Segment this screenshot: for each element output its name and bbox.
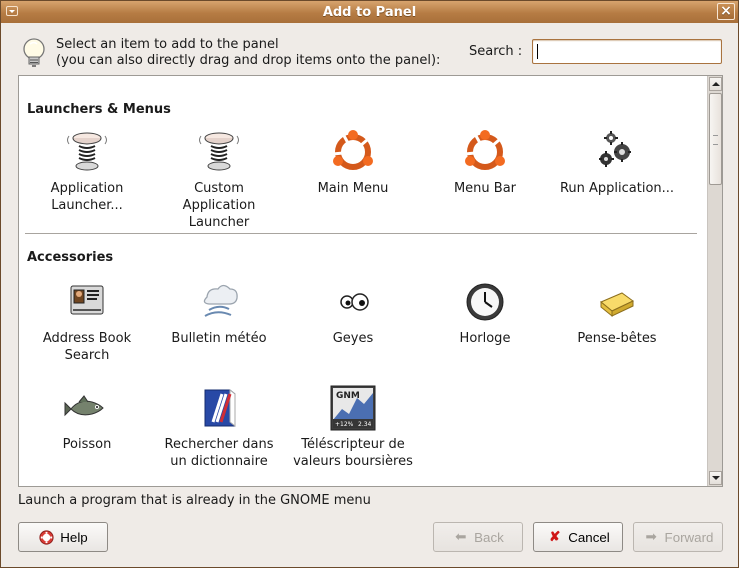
scroll-down-icon[interactable]: [709, 471, 722, 485]
item-label-line: Rechercher dans: [164, 437, 274, 452]
instruction-line-1: Select an item to add to the panel: [56, 37, 279, 52]
forward-arrow-icon: ➡: [645, 528, 657, 544]
item-label-line: un dictionnaire: [170, 454, 268, 469]
item-label-line: Run Application...: [559, 181, 675, 196]
fish-icon: [64, 395, 104, 417]
ubuntu-logo-icon: [464, 130, 505, 170]
scroll-up-icon[interactable]: [709, 77, 722, 91]
vertical-scrollbar[interactable]: [707, 76, 722, 486]
ubuntu-logo-icon: [332, 130, 373, 170]
item-label-line: Launcher: [188, 215, 250, 230]
item-address-book-search[interactable]: Address Book Search: [21, 278, 153, 364]
weather-icon: [203, 284, 238, 317]
search-input[interactable]: [532, 39, 722, 64]
close-icon[interactable]: ×: [717, 3, 735, 20]
item-label-line: Main Menu: [317, 181, 389, 196]
item-label-line: Address Book: [42, 331, 132, 346]
item-label-line: Poisson: [62, 437, 112, 452]
stock-value: 2.34: [358, 421, 372, 428]
stock-title: GNM: [336, 391, 360, 401]
item-label-line: Geyes: [332, 331, 374, 346]
eyes-icon: [340, 293, 369, 311]
item-bulletin-meteo[interactable]: Bulletin météo: [153, 278, 285, 347]
title-bar: Add to Panel ×: [1, 1, 738, 23]
item-label-line: Custom: [194, 181, 244, 196]
item-main-menu[interactable]: Main Menu: [287, 128, 419, 197]
cancel-label: Cancel: [568, 529, 610, 545]
item-label-line: valeurs boursières: [293, 454, 413, 469]
item-geyes[interactable]: Geyes: [287, 278, 419, 347]
item-label-line: Horloge: [459, 331, 511, 346]
instruction-line-2: (you can also directly drag and drop ite…: [56, 53, 441, 68]
item-label-line: Téléscripteur de: [301, 437, 405, 452]
section-title-launchers-menus: Launchers & Menus: [27, 102, 171, 117]
item-menu-bar[interactable]: Menu Bar: [419, 128, 551, 197]
back-arrow-icon: ⬅: [455, 528, 467, 544]
item-custom-application-launcher[interactable]: Custom Application Launcher: [153, 128, 285, 231]
item-horloge[interactable]: Horloge: [419, 278, 551, 347]
back-button[interactable]: ⬅ Back: [433, 522, 523, 552]
launcher-spring-icon: [67, 132, 107, 171]
cancel-button[interactable]: ✘ Cancel: [533, 522, 623, 552]
forward-label: Forward: [664, 529, 714, 545]
cancel-x-icon: ✘: [549, 528, 561, 544]
stock-change: +12%: [335, 421, 354, 428]
section-divider: [25, 233, 697, 234]
add-to-panel-dialog: Add to Panel × Select an item to add to …: [0, 0, 739, 568]
item-application-launcher[interactable]: Application Launcher...: [21, 128, 153, 214]
item-label-line: Bulletin météo: [171, 331, 267, 346]
window-title: Add to Panel: [322, 4, 417, 20]
back-label: Back: [474, 529, 504, 545]
stock-ticker-icon: GNM +12% 2.34: [330, 385, 376, 431]
launcher-spring-icon: [199, 132, 239, 171]
help-icon: [39, 529, 54, 545]
item-label-line: Search: [64, 348, 110, 363]
section-title-accessories: Accessories: [27, 250, 114, 265]
item-label-line: Launcher...: [51, 198, 123, 213]
dictionary-icon: [204, 388, 236, 428]
item-label-line: Pense-bêtes: [577, 331, 657, 346]
item-poisson[interactable]: Poisson: [21, 384, 153, 453]
lightbulb-icon: [23, 38, 45, 67]
item-run-application[interactable]: Run Application...: [551, 128, 683, 197]
instruction-text: Select an item to add to the panel (you …: [56, 37, 440, 69]
help-label: Help: [60, 529, 88, 545]
item-label-line: Menu Bar: [453, 181, 517, 196]
item-pense-betes[interactable]: Pense-bêtes: [551, 278, 683, 347]
item-rechercher-dictionnaire[interactable]: Rechercher dans un dictionnaire: [153, 384, 285, 470]
scrollbar-thumb[interactable]: [709, 93, 722, 185]
item-label-line: Application: [182, 198, 256, 213]
item-telescripteur[interactable]: GNM +12% 2.34 Téléscripteur de valeurs b…: [287, 384, 419, 470]
items-panel: Launchers & Menus Application Launcher..…: [18, 75, 723, 487]
item-label-line: Application: [50, 181, 124, 196]
address-book-icon: [70, 285, 104, 315]
sticky-notes-icon: [600, 292, 634, 318]
window-menu-icon[interactable]: [6, 6, 18, 16]
clock-icon: [466, 283, 504, 321]
help-button[interactable]: Help: [18, 522, 108, 552]
item-description: Launch a program that is already in the …: [18, 493, 371, 508]
search-label: Search :: [469, 44, 523, 59]
gears-icon: [599, 131, 631, 167]
items-list: Launchers & Menus Application Launcher..…: [19, 76, 707, 486]
forward-button[interactable]: ➡ Forward: [633, 522, 723, 552]
